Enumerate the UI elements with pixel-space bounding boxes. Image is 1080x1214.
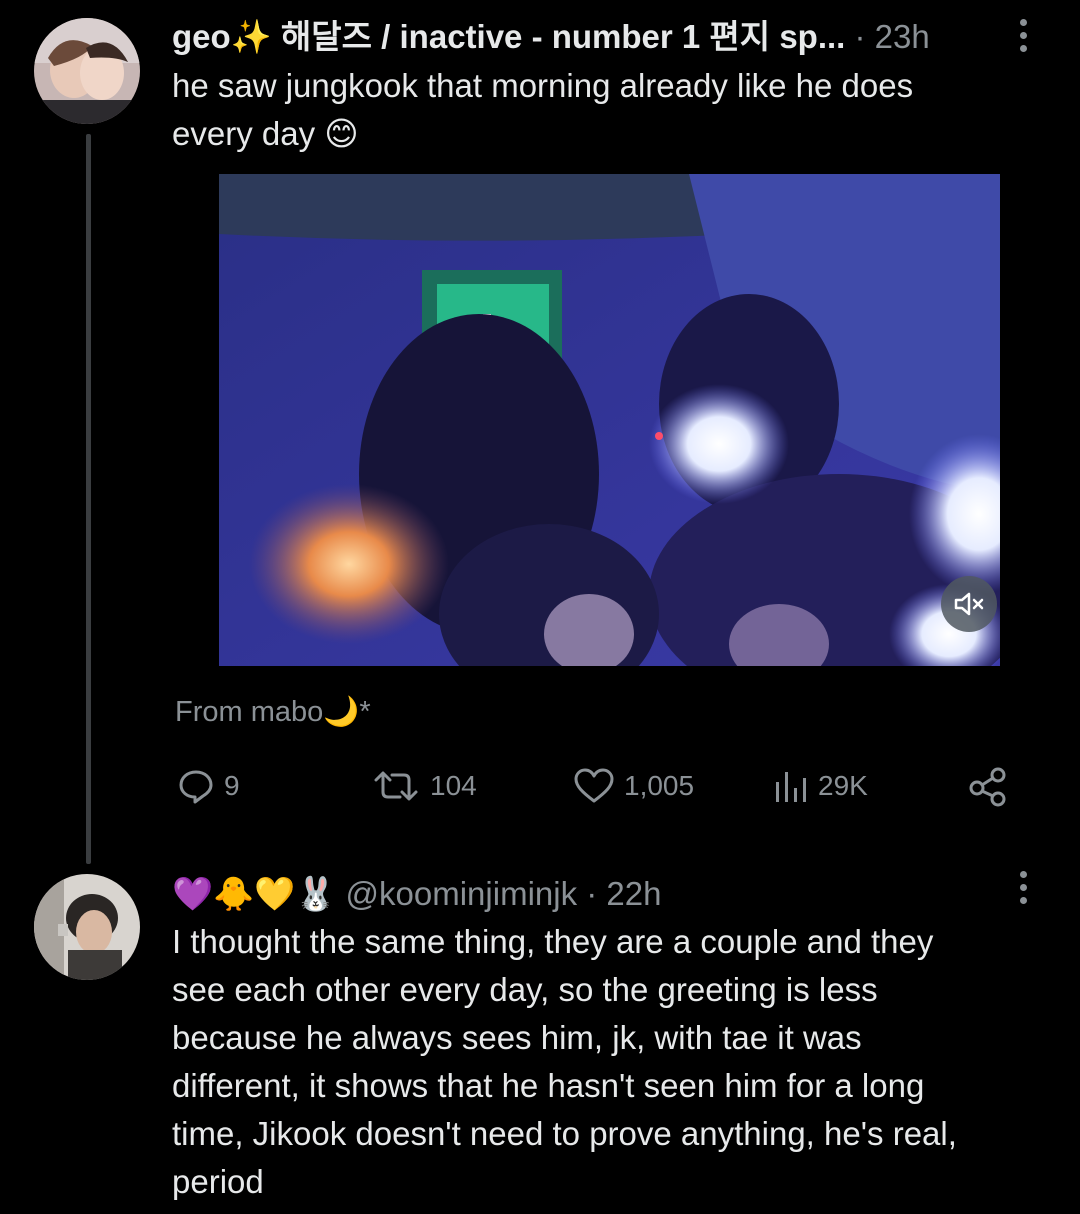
reply-time[interactable]: 22h — [606, 875, 661, 912]
reply-button[interactable]: 9 — [176, 764, 240, 808]
more-options-icon[interactable] — [1014, 16, 1034, 56]
media-source-attribution[interactable]: From mabo🌙* — [175, 694, 371, 730]
reply-text-line: because he always sees him, jk, with tae… — [172, 1019, 862, 1056]
author-avatar[interactable] — [34, 18, 140, 124]
reply-text-line: time, Jikook doesn't need to prove anyth… — [172, 1115, 957, 1152]
like-count: 1,005 — [624, 770, 695, 801]
tweet-text: he saw jungkook that morning already lik… — [172, 62, 913, 158]
more-options-icon[interactable] — [1014, 868, 1034, 908]
reply-icon — [179, 770, 213, 804]
repost-icon — [374, 771, 418, 801]
repost-count: 104 — [430, 770, 477, 801]
tweet-video[interactable] — [219, 174, 1000, 666]
reply-text: I thought the same thing, they are a cou… — [172, 918, 957, 1206]
reply-author-avatar[interactable] — [34, 874, 140, 980]
tweet-time[interactable]: 23h — [875, 18, 930, 55]
views-button[interactable]: 29K — [770, 764, 868, 808]
tweet-text-line: he saw jungkook that morning already lik… — [172, 67, 914, 104]
reply-author-emoji-name[interactable]: 💜🐥💛🐰 — [172, 875, 336, 912]
author-name[interactable]: geo✨ 해달즈 / inactive - number 1 편지 sp... — [172, 18, 845, 55]
heart-icon — [574, 768, 614, 803]
thread-connector-line — [86, 134, 91, 864]
tweet-header: geo✨ 해달즈 / inactive - number 1 편지 sp... … — [172, 17, 930, 57]
share-icon — [969, 767, 1006, 807]
separator-dot: · — [845, 18, 875, 55]
repost-button[interactable]: 104 — [370, 764, 477, 808]
reply-text-line: different, it shows that he hasn't seen … — [172, 1067, 925, 1104]
speaker-muted-icon — [954, 592, 984, 616]
separator-dot: · — [577, 875, 607, 912]
views-chart-icon — [776, 772, 806, 802]
view-count: 29K — [818, 770, 868, 801]
reply-header: 💜🐥💛🐰 @koominjiminjk · 22h — [172, 874, 661, 914]
reply-text-line: I thought the same thing, they are a cou… — [172, 923, 934, 960]
video-frame — [219, 174, 1000, 666]
like-button[interactable]: 1,005 — [572, 764, 694, 808]
reply-text-line: period — [172, 1163, 264, 1200]
reply-author-handle[interactable]: @koominjiminjk — [346, 875, 578, 912]
reply-count: 9 — [224, 770, 240, 801]
tweet-text-line: every day 😊 — [172, 115, 359, 152]
mute-toggle-button[interactable] — [941, 576, 997, 632]
reply-text-line: see each other every day, so the greetin… — [172, 971, 878, 1008]
share-button[interactable] — [966, 764, 1010, 808]
